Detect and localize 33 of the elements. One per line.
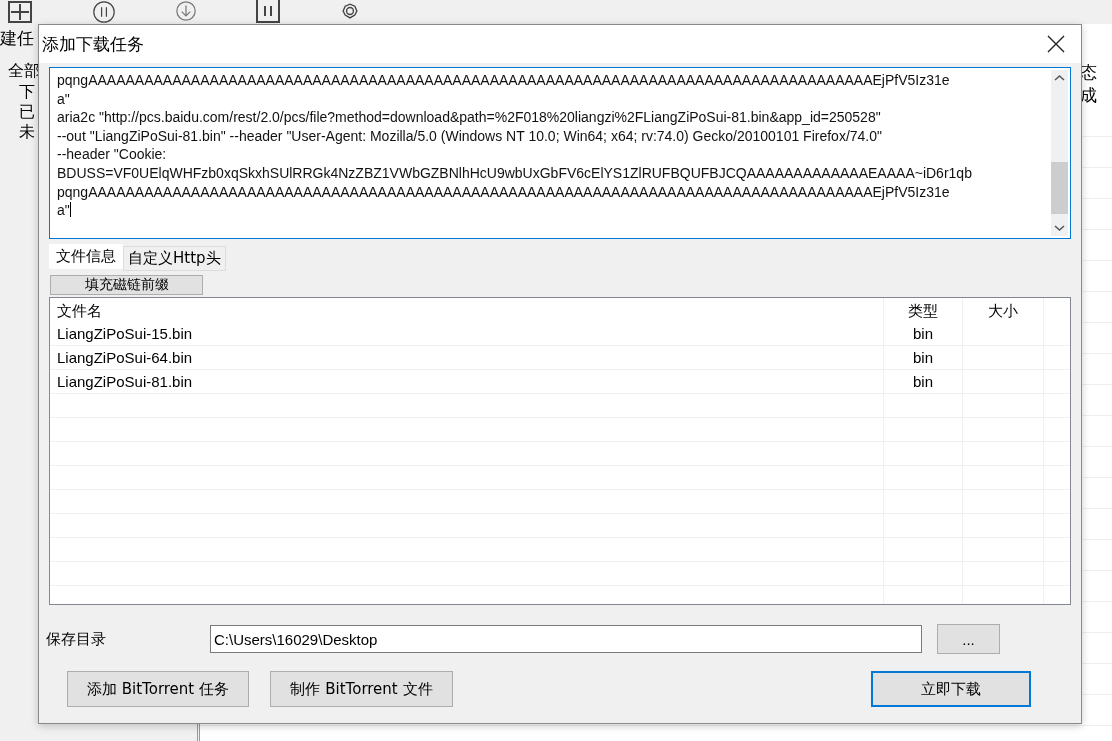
text-line: BDUSS=VF0UElqWHFzb0xqSkxhSUlRRGk4NzZBZ1VWbGZBNlhHcU9wbUxGbFV6cElYS1ZlRUFBQUFBJCQAAAAAAAAAAAAAEAAAA~iD6r1qb [57,163,973,183]
table-cell: bin [913,373,933,390]
window-title: 添加下载任务 [42,32,144,56]
browse-button[interactable]: ... [937,624,1000,654]
table-cell: LiangZiPoSui-64.bin [57,349,193,366]
text-line: a" [57,201,72,220]
text-line: --out "LiangZiPoSui-81.bin" --header "User-Agent: Mozilla/5.0 (Windows NT 10.0; Win64; x64; rv:74.0) Gecko/20100101 Firefox/74.0" [57,126,883,146]
scrollbar[interactable] [1051,70,1068,236]
text-line: pqngAAAAAAAAAAAAAAAAAAAAAAAAAAAAAAAAAAAAAAAAAAAAAAAAAAAAAAAAAAAAAAAAAAAAAAAAAAAAAAAAAAAAEjPfV5Iz31e [57,71,951,90]
table-cell: LiangZiPoSui-15.bin [57,325,193,342]
table-cell: bin [913,349,933,366]
column-header[interactable]: 大小 [988,302,1018,320]
plus-square-icon[interactable] [5,0,35,24]
table-cell: bin [913,325,933,342]
column-header[interactable]: 类型 [908,302,938,320]
text-line: a" [57,89,71,109]
table-cell-text: 成 [1080,84,1098,106]
text-line: pqngAAAAAAAAAAAAAAAAAAAAAAAAAAAAAAAAAAAAAAAAAAAAAAAAAAAAAAAAAAAAAAAAAAAAAAAAAAAAAAAAAAAAEjPfV5Iz31e [57,182,951,202]
save-directory-label: 保存目录 [46,629,107,649]
fill-magnet-prefix-button[interactable]: 填充磁链前缀 [50,275,203,295]
pause-document-icon[interactable] [254,0,282,24]
table-cell: LiangZiPoSui-81.bin [57,373,193,390]
dialog-button[interactable]: 立即下载 [871,671,1031,707]
text-line: aria2c "http://pcs.baidu.com/rest/2.0/pcs/file?method=download&path=%2F018%20liangzi%2FLiangZiPoSui-81.bin&app_id=250528" [57,108,882,127]
command-text-area[interactable] [49,67,1071,239]
tab[interactable]: 文件信息 [49,244,123,269]
tab[interactable]: 自定义Http头 [123,246,226,271]
dialog-button[interactable]: 制作 BitTorrent 文件 [270,671,453,707]
text-line: --header "Cookie: [57,145,168,164]
close-icon[interactable] [1047,35,1065,53]
dialog-button[interactable]: 添加 BitTorrent 任务 [67,671,249,707]
column-header[interactable]: 文件名 [57,302,102,320]
save-directory-field[interactable]: C:\Users\16029\Desktop [210,625,922,653]
